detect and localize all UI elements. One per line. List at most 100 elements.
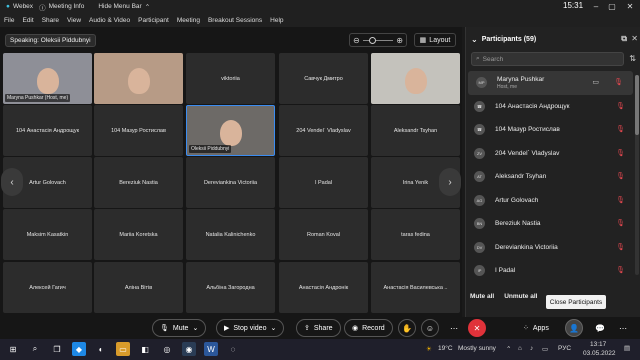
file-explorer-icon[interactable]: ▭: [116, 342, 130, 356]
task-view-icon[interactable]: ❐: [50, 342, 64, 356]
mute-button[interactable]: 🎙 Mute ⌄: [152, 319, 207, 337]
menu-meeting[interactable]: Meeting: [177, 17, 200, 24]
muted-microphone-icon[interactable]: 🎙: [616, 172, 625, 180]
prev-page-arrow[interactable]: ‹: [1, 168, 23, 196]
participant-row[interactable]: DV Dereviankina Victoriia 🎙: [466, 236, 635, 260]
webex-app[interactable]: ● Webex: [6, 3, 33, 10]
windows-start-icon[interactable]: ⊞: [6, 342, 20, 356]
muted-microphone-icon[interactable]: 🎙: [616, 102, 625, 110]
unmute-all-button[interactable]: Unmute all: [504, 293, 537, 307]
participant-row[interactable]: AT Aleksandr Tsyhan 🎙: [466, 165, 635, 189]
record-button[interactable]: ◉ Record: [344, 319, 393, 337]
network-icon[interactable]: ⌂: [518, 345, 522, 352]
muted-microphone-icon[interactable]: 🎙: [616, 125, 625, 133]
video-tile[interactable]: viktoriia: [186, 53, 275, 104]
muted-microphone-icon[interactable]: 🎙: [614, 78, 623, 86]
participant-search-input[interactable]: ⌕ Search: [471, 52, 624, 66]
muted-microphone-icon[interactable]: 🎙: [616, 243, 625, 251]
chevron-down-icon[interactable]: ⌄: [270, 324, 276, 332]
collapse-chevron-icon[interactable]: ⌄: [471, 35, 478, 44]
webex-taskbar-icon[interactable]: ◉: [182, 342, 196, 356]
video-tile[interactable]: Aleksandr Tsyhan: [371, 105, 460, 156]
menu-file[interactable]: File: [4, 17, 14, 24]
participant-row[interactable]: ZV 204 Vendel` Vladyslav 🎙: [466, 142, 635, 166]
participant-row[interactable]: BN Bereziuk Nastia 🎙: [466, 212, 635, 236]
muted-microphone-icon[interactable]: 🎙: [616, 266, 625, 274]
zoom-in-icon[interactable]: ⊕: [396, 36, 403, 45]
muted-microphone-icon[interactable]: 🎙: [616, 196, 625, 204]
video-tile[interactable]: [371, 53, 460, 104]
clock-date[interactable]: 03.05.2022: [583, 350, 616, 357]
menu-audio-video[interactable]: Audio & Video: [89, 17, 130, 24]
share-button[interactable]: ⇪ Share: [296, 319, 341, 337]
video-tile[interactable]: Oleksii Piddubnyi: [186, 105, 275, 156]
chrome-icon[interactable]: ◎: [160, 342, 174, 356]
more-options-icon[interactable]: ⋯: [445, 319, 463, 337]
menu-view[interactable]: View: [67, 17, 81, 24]
video-tile[interactable]: Савчук Дмитро: [279, 53, 368, 104]
participant-row[interactable]: IP I Padal 🎙: [466, 259, 635, 283]
video-tile[interactable]: Roman Koval: [279, 209, 368, 260]
video-tile[interactable]: Dereviankina Victoriia: [186, 157, 275, 208]
sort-icon[interactable]: ⇅: [629, 54, 636, 63]
video-tile[interactable]: Maryna Pushkar (Host, me): [3, 53, 92, 104]
popout-icon[interactable]: ⧉: [621, 34, 627, 44]
video-tile[interactable]: Natalia Kalinichenko: [186, 209, 275, 260]
zoom-slider[interactable]: [362, 36, 394, 44]
weather-temp[interactable]: 19°C: [438, 345, 453, 352]
maximize-button[interactable]: ▢: [602, 0, 622, 13]
participant-row[interactable]: ☎ 104 Мазур Ростислав 🎙: [466, 118, 635, 142]
video-tile[interactable]: Алексей Гагич: [3, 262, 92, 313]
participant-row[interactable]: AG Artur Golovach 🎙: [466, 189, 635, 213]
tray-chevron-icon[interactable]: ⌃: [506, 345, 511, 353]
video-tile[interactable]: Анастасія Василевська ..: [371, 262, 460, 313]
zoom-out-icon[interactable]: ⊖: [353, 36, 360, 45]
video-tile[interactable]: 204 Vendel` Vladyslav: [279, 105, 368, 156]
participant-row[interactable]: IYIrina Yenik🎙: [466, 283, 635, 287]
word-icon[interactable]: W: [204, 342, 218, 356]
menu-participant[interactable]: Participant: [138, 17, 169, 24]
apps-button[interactable]: ⁘ Apps: [516, 319, 556, 337]
video-camera-icon[interactable]: ▭: [592, 78, 599, 86]
app-icon-1[interactable]: ◆: [72, 342, 86, 356]
leave-meeting-button[interactable]: ✕: [468, 319, 486, 337]
layout-button[interactable]: ▦ Layout: [414, 33, 456, 47]
taskbar-search-icon[interactable]: ⌕: [28, 342, 42, 356]
video-tile[interactable]: Альбіна Загородна: [186, 262, 275, 313]
zoom-control[interactable]: ⊖ ⊕: [349, 33, 407, 47]
battery-icon[interactable]: ▭: [542, 345, 548, 353]
video-tile[interactable]: Анастасія Андронік: [279, 262, 368, 313]
language-indicator[interactable]: РУС: [558, 345, 571, 352]
participant-row[interactable]: ☎ 104 Анастасія Андрощук 🎙: [466, 95, 635, 119]
menu-help[interactable]: Help: [270, 17, 283, 24]
video-tile[interactable]: taras fedina: [371, 209, 460, 260]
store-icon[interactable]: ◧: [138, 342, 152, 356]
participant-row[interactable]: MP Maryna Pushkar Host, me ▭ 🎙: [468, 71, 633, 95]
menu-share[interactable]: Share: [42, 17, 59, 24]
video-tile[interactable]: 104 Анастасія Андрощук: [3, 105, 92, 156]
app-icon-10[interactable]: ◌: [226, 342, 240, 356]
hide-menu-bar-button[interactable]: Hide Menu Bar ⌃: [98, 3, 150, 11]
menu-breakout-sessions[interactable]: Breakout Sessions: [208, 17, 262, 24]
mute-all-button[interactable]: Mute all: [470, 293, 494, 307]
next-page-arrow[interactable]: ›: [439, 168, 461, 196]
participants-toggle-icon[interactable]: 👤: [565, 319, 583, 337]
zoom-slider-knob[interactable]: [368, 36, 376, 44]
muted-microphone-icon[interactable]: 🎙: [616, 219, 625, 227]
video-tile[interactable]: Mariia Koretska: [94, 209, 183, 260]
video-tile[interactable]: 104 Мазур Ростислав: [94, 105, 183, 156]
video-tile[interactable]: Bereziuk Nastia: [94, 157, 183, 208]
video-tile[interactable]: I Padal: [279, 157, 368, 208]
edge-browser-icon[interactable]: ◐: [94, 342, 108, 356]
meeting-info-button[interactable]: ⓘ Meeting Info: [39, 2, 84, 12]
close-panel-icon[interactable]: ✕: [631, 34, 638, 43]
clock-time[interactable]: 13:17: [590, 341, 606, 348]
chevron-down-icon[interactable]: ⌄: [192, 324, 198, 332]
more-panels-icon[interactable]: ⋯: [614, 319, 632, 337]
video-tile[interactable]: Maksim Kasatkin: [3, 209, 92, 260]
video-tile[interactable]: [94, 53, 183, 104]
muted-microphone-icon[interactable]: 🎙: [616, 149, 625, 157]
close-window-button[interactable]: ✕: [620, 0, 640, 13]
scrollbar-thumb[interactable]: [635, 75, 639, 135]
weather-desc[interactable]: Mostly sunny: [458, 345, 496, 352]
